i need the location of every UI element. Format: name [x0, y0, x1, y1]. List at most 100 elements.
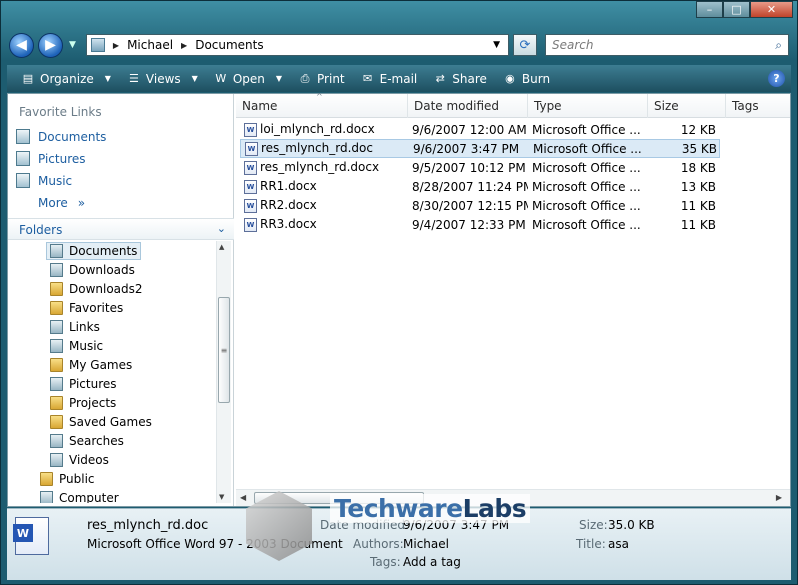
print-button[interactable]: ⎙ Print: [290, 65, 353, 92]
file-size: 18 KB: [680, 160, 716, 175]
tree-item-computer[interactable]: Computer: [40, 489, 119, 503]
folder-icon: [40, 472, 53, 486]
breadcrumb-arrow-icon[interactable]: ▶: [113, 41, 119, 50]
tree-item-projects[interactable]: Projects: [50, 394, 116, 412]
file-date: 8/28/2007 11:24 PM: [412, 179, 528, 194]
column-tags[interactable]: Tags: [726, 94, 790, 118]
title-label: Title:: [576, 537, 606, 551]
tree-item-downloads2[interactable]: Downloads2: [50, 280, 143, 298]
organize-icon: ▤: [22, 72, 34, 85]
share-button[interactable]: ⇄ Share: [425, 65, 495, 92]
date-modified-label: Date modified:: [320, 518, 410, 532]
tree-item-pictures[interactable]: Pictures: [50, 375, 117, 393]
authors-value[interactable]: Michael: [403, 537, 449, 551]
scroll-up-icon[interactable]: ▲: [219, 243, 224, 251]
file-row[interactable]: W RR3.docx 9/4/2007 12:33 PM Microsoft Of…: [240, 215, 720, 234]
folders-header[interactable]: Folders ⌄: [8, 218, 234, 240]
horizontal-scrollbar[interactable]: ◀ ▶: [236, 489, 790, 506]
tree-label: Downloads2: [69, 282, 143, 296]
column-name[interactable]: ^ Name: [236, 92, 408, 118]
breadcrumb-arrow-icon[interactable]: ▶: [181, 41, 187, 50]
address-dropdown-icon[interactable]: ▼: [485, 40, 508, 50]
views-button[interactable]: ☰ Views ▼: [119, 65, 206, 92]
file-row[interactable]: W RR2.docx 8/30/2007 12:15 PM Microsoft O…: [240, 196, 720, 215]
favorite-pictures[interactable]: Pictures: [16, 151, 86, 166]
file-type: Microsoft Office ...: [532, 160, 641, 175]
file-row[interactable]: W RR1.docx 8/28/2007 11:24 PM Microsoft O…: [240, 177, 720, 196]
maximize-button[interactable]: □: [723, 1, 750, 18]
breadcrumb-item-documents[interactable]: Documents: [195, 38, 263, 52]
documents-icon: [16, 129, 30, 144]
tree-item-public[interactable]: Public: [40, 470, 95, 488]
more-links[interactable]: More »: [38, 196, 85, 210]
breadcrumb[interactable]: ▶ Michael ▶ Documents ▼: [85, 34, 509, 56]
file-size: 12 KB: [680, 122, 716, 137]
folder-icon: [50, 415, 63, 429]
refresh-button[interactable]: ⟳: [513, 34, 537, 56]
organize-button[interactable]: ▤ Organize ▼: [13, 65, 119, 92]
tree-item-links[interactable]: Links: [50, 318, 100, 336]
burn-disc-icon: ◉: [505, 72, 515, 85]
caption-buttons: – □ ✕: [696, 1, 793, 18]
scroll-thumb[interactable]: ≡: [218, 297, 230, 403]
column-label: Name: [242, 99, 278, 113]
search-icon[interactable]: ⌕: [775, 38, 782, 53]
tree-item-downloads[interactable]: Downloads: [50, 261, 135, 279]
file-row-selected[interactable]: Wres_mlynch_rd.doc 9/6/2007 3:47 PM Micr…: [240, 139, 720, 158]
search-input[interactable]: Search ⌕: [545, 34, 789, 56]
close-button[interactable]: ✕: [750, 1, 793, 18]
word-doc-icon: W: [245, 141, 258, 156]
scroll-left-icon[interactable]: ◀: [240, 493, 246, 502]
refresh-icon: ⟳: [519, 37, 531, 53]
tree-item-favorites[interactable]: Favorites: [50, 299, 123, 317]
tree-item-searches[interactable]: Searches: [50, 432, 124, 450]
tree-label: Videos: [69, 453, 109, 467]
file-type: Microsoft Office ...: [532, 122, 641, 137]
column-size[interactable]: Size: [648, 94, 726, 118]
word-doc-icon: W: [244, 217, 257, 232]
tags-value[interactable]: Add a tag: [403, 555, 461, 569]
details-filetype: Microsoft Office Word 97 - 2003 Document: [87, 537, 343, 551]
printer-icon: ⎙: [300, 71, 310, 85]
command-bar: ▤ Organize ▼ ☰ Views ▼ W Open ▼ ⎙ Print ✉ E-mail…: [7, 65, 791, 92]
title-value[interactable]: asa: [608, 537, 629, 551]
tree-item-documents[interactable]: Documents: [46, 242, 142, 260]
file-row[interactable]: Wloi_mlynch_rd.docx 9/6/2007 12:00 AM Mi…: [240, 120, 720, 139]
column-label: Tags: [732, 99, 759, 113]
minimize-button[interactable]: –: [696, 1, 723, 18]
column-date-modified[interactable]: Date modified: [408, 94, 528, 118]
column-type[interactable]: Type: [528, 94, 648, 118]
scroll-right-icon[interactable]: ▶: [776, 493, 782, 502]
tree-scrollbar[interactable]: ▲ ≡ ▼: [216, 241, 231, 503]
tree-item-music[interactable]: Music: [50, 337, 103, 355]
tree-item-my-games[interactable]: My Games: [50, 356, 132, 374]
double-chevron-icon: »: [77, 196, 86, 210]
tree-item-videos[interactable]: Videos: [50, 451, 109, 469]
music-icon: [16, 173, 30, 188]
scroll-thumb[interactable]: [254, 492, 424, 504]
favorite-documents[interactable]: Documents: [16, 129, 106, 144]
help-button[interactable]: ?: [768, 70, 785, 87]
file-date: 9/6/2007 3:47 PM: [413, 141, 520, 156]
open-button[interactable]: W Open ▼: [206, 65, 290, 92]
favorite-music[interactable]: Music: [16, 173, 72, 188]
file-list: ^ Name Date modified Type Size Tags Wloi_…: [236, 92, 790, 506]
back-button[interactable]: ◀: [9, 32, 34, 58]
recent-pages-chevron-icon[interactable]: ▼: [69, 40, 76, 50]
column-label: Size: [654, 99, 679, 113]
tree-label: Downloads: [69, 263, 135, 277]
forward-button[interactable]: ▶: [38, 32, 63, 58]
burn-button[interactable]: ◉ Burn: [495, 65, 558, 92]
breadcrumb-item-michael[interactable]: Michael: [127, 38, 173, 52]
tree-label: Favorites: [69, 301, 124, 315]
tree-item-saved-games[interactable]: Saved Games: [50, 413, 152, 431]
file-row[interactable]: Wres_mlynch_rd.docx 9/5/2007 10:12 PM Mi…: [240, 158, 720, 177]
email-button[interactable]: ✉ E-mail: [353, 65, 426, 92]
file-type: Microsoft Office ...: [532, 217, 641, 232]
file-type: Microsoft Office ...: [532, 179, 641, 194]
more-label: More: [38, 196, 68, 210]
sort-arrow-icon: ^: [316, 92, 323, 101]
favorite-label: Documents: [38, 129, 107, 144]
views-label: Views: [145, 71, 181, 86]
scroll-down-icon[interactable]: ▼: [219, 493, 224, 501]
